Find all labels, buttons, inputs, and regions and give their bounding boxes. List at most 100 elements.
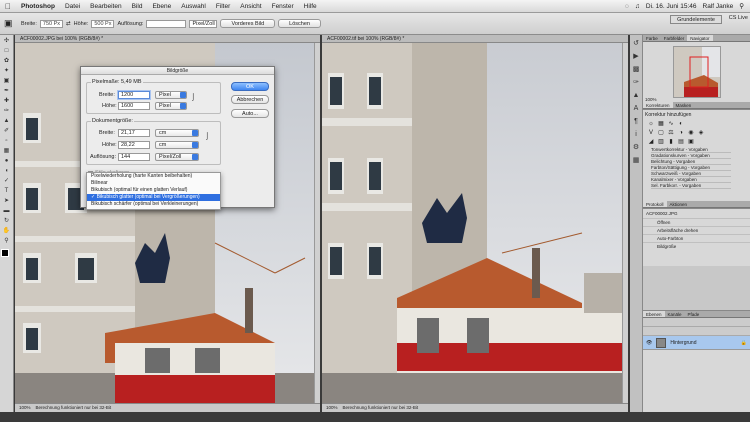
resolution-input[interactable]: 144	[118, 153, 150, 161]
selective-color-icon[interactable]: ▣	[687, 139, 695, 146]
type-icon[interactable]: T	[2, 187, 12, 195]
stamp-icon[interactable]: ▲	[2, 117, 12, 125]
magic-wand-icon[interactable]: ✦	[2, 67, 12, 75]
gradient-map-icon[interactable]: ▤	[677, 139, 685, 146]
tab-pfade[interactable]: Pfade	[685, 311, 703, 317]
posterize-icon[interactable]: ▥	[657, 139, 665, 146]
gradient-icon[interactable]: ▦	[2, 147, 12, 155]
width-input[interactable]: 750 Px	[39, 19, 64, 28]
menu-bild[interactable]: Bild	[127, 3, 148, 10]
layer-comps-icon[interactable]: ▦	[632, 156, 641, 165]
bw-icon[interactable]: ◑	[677, 130, 685, 137]
px-width-input[interactable]: 1200	[118, 91, 150, 99]
menu-option-bikubisch-glatter[interactable]: ✓ Bikubisch glatter (optimal bei Vergröß…	[87, 194, 220, 201]
menu-ansicht[interactable]: Ansicht	[235, 3, 266, 10]
doc-width-unit-select[interactable]: cm	[155, 129, 199, 137]
tool-presets-icon[interactable]: ⚙	[632, 143, 641, 152]
menu-ebene[interactable]: Ebene	[147, 3, 176, 10]
info-panel-icon[interactable]: i	[632, 130, 641, 139]
menu-app[interactable]: Photoshop	[16, 3, 60, 10]
navigator-zoom[interactable]: 100%	[645, 97, 657, 102]
tab-aktionen[interactable]: Aktionen	[667, 201, 691, 207]
eye-icon[interactable]: 👁	[646, 340, 652, 346]
history-snapshot[interactable]: ACF00002.JPG	[643, 209, 750, 218]
history-step[interactable]: Auto-Farbton	[643, 234, 750, 242]
threshold-icon[interactable]: ▮	[667, 139, 675, 146]
character-panel-icon[interactable]: A	[632, 104, 641, 113]
menu-option-bikubisch[interactable]: Bikubisch (optimal für einen glatten Ver…	[87, 187, 220, 194]
zoom-icon[interactable]: ⚲	[2, 237, 12, 245]
hand-icon[interactable]: ✋	[2, 227, 12, 235]
px-width-unit-select[interactable]: Pixel	[155, 91, 187, 99]
menu-option-pixelwiederholung[interactable]: Pixelwiederholung (harte Kanten beibehal…	[87, 173, 220, 180]
layer-row[interactable]: 👁 Hintergrund 🔒	[643, 336, 750, 350]
swatches-panel-icon[interactable]: ▩	[632, 65, 641, 74]
resolution-unit-select[interactable]: Pixel/Zoll	[155, 153, 199, 161]
hue-icon[interactable]: ▢	[657, 130, 665, 137]
resolution-input[interactable]	[146, 19, 187, 28]
marquee-tool-icon[interactable]: □	[2, 47, 12, 55]
vertical-scrollbar-right[interactable]	[622, 43, 628, 403]
doc-tab-left[interactable]: ACF00002.JPG bei 100% (RGB/8#) *	[15, 35, 320, 43]
cancel-button[interactable]: Abbrechen	[231, 95, 269, 104]
wifi-icon[interactable]: ◌	[625, 3, 629, 10]
clear-button[interactable]: Löschen	[278, 19, 321, 28]
actions-panel-icon[interactable]: ▶	[632, 52, 641, 61]
vertical-scrollbar-left[interactable]	[314, 43, 320, 403]
brightness-icon[interactable]: ☼	[647, 121, 655, 128]
mixer-icon[interactable]: ◈	[697, 130, 705, 137]
tab-farbe[interactable]: Farbe	[643, 35, 661, 41]
menu-bearbeiten[interactable]: Bearbeiten	[85, 3, 126, 10]
move-tool-icon[interactable]: ✣	[2, 37, 12, 45]
lock-row[interactable]	[643, 327, 750, 336]
tab-ebenen[interactable]: Ebenen	[643, 311, 665, 317]
workspace-switcher[interactable]: Grundelemente	[670, 15, 722, 24]
dodge-icon[interactable]: ◖	[2, 167, 12, 175]
paragraph-panel-icon[interactable]: ¶	[632, 117, 641, 126]
healing-brush-icon[interactable]: ✚	[2, 97, 12, 105]
exposure-icon[interactable]: ◐	[677, 121, 685, 128]
history-brush-icon[interactable]: ✐	[2, 127, 12, 135]
cs-live-button[interactable]: CS Live	[729, 15, 748, 21]
curves-icon[interactable]: ∿	[667, 121, 675, 128]
volume-icon[interactable]: ♫	[635, 3, 640, 10]
px-height-input[interactable]: 1600	[118, 102, 150, 110]
doc-width-input[interactable]: 21,17	[118, 129, 150, 137]
preset-selfarb[interactable]: Sel. Farbkorr. - Vorgaben	[651, 183, 731, 189]
color-swatches[interactable]	[0, 249, 13, 267]
history-panel-icon[interactable]: ↺	[632, 39, 641, 48]
3d-rotate-icon[interactable]: ↻	[2, 217, 12, 225]
doc-tab-right[interactable]: ACF00002.tif bei 100% (RGB/8#) *	[322, 35, 628, 43]
crop-icon[interactable]: ▣	[2, 77, 12, 85]
tab-masken[interactable]: Masken	[673, 102, 695, 108]
doc-height-input[interactable]: 28,22	[118, 141, 150, 149]
vibrance-icon[interactable]: V	[647, 130, 655, 137]
zoom-level-right[interactable]: 100%	[326, 405, 338, 410]
eraser-icon[interactable]: ▫	[2, 137, 12, 145]
path-select-icon[interactable]: ➤	[2, 197, 12, 205]
shape-icon[interactable]: ▬	[2, 207, 12, 215]
tab-kanaele[interactable]: Kanäle	[665, 311, 685, 317]
pen-icon[interactable]: ✓	[2, 177, 12, 185]
menu-filter[interactable]: Filter	[211, 3, 235, 10]
tab-farbfelder[interactable]: Farbfelder	[661, 35, 688, 41]
clock[interactable]: Di. 16. Juni 15:46	[646, 3, 697, 10]
blend-mode-row[interactable]	[643, 318, 750, 327]
crop-tool-icon[interactable]: ▣	[4, 18, 18, 29]
tab-korrekturen[interactable]: Korrekturen	[643, 102, 673, 108]
ok-button[interactable]: OK	[231, 82, 269, 91]
tab-navigator[interactable]: Navigator	[687, 35, 713, 41]
clone-panel-icon[interactable]: ▲	[632, 91, 641, 100]
invert-icon[interactable]: ◢	[647, 139, 655, 146]
apple-icon[interactable]: 	[0, 2, 16, 11]
tab-protokoll[interactable]: Protokoll	[643, 201, 667, 207]
balance-icon[interactable]: ⚖	[667, 130, 675, 137]
foreground-color[interactable]	[1, 249, 9, 257]
history-step[interactable]: Bildgröße	[643, 242, 750, 250]
brush-panel-icon[interactable]: ✑	[632, 78, 641, 87]
history-step[interactable]: Öffnen	[643, 218, 750, 226]
px-height-unit-select[interactable]: Pixel	[155, 102, 187, 110]
brush-icon[interactable]: ✑	[2, 107, 12, 115]
doc-height-unit-select[interactable]: cm	[155, 141, 199, 149]
search-icon[interactable]: ⚲	[739, 2, 744, 10]
